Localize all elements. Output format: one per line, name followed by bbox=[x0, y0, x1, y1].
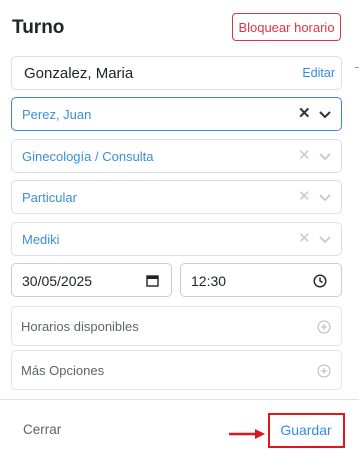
more-options-label: Más Opciones bbox=[21, 363, 105, 378]
coverage-select[interactable]: Particular ✕ bbox=[11, 180, 342, 214]
clear-icon[interactable]: ✕ bbox=[298, 148, 311, 164]
date-value: 30/05/2025 bbox=[22, 273, 93, 289]
chevron-down-icon[interactable] bbox=[318, 150, 332, 164]
service-select-value: Ginecología / Consulta bbox=[22, 149, 154, 164]
chevron-down-icon[interactable] bbox=[318, 191, 332, 205]
available-times-panel[interactable]: Horarios disponibles bbox=[11, 306, 342, 346]
clear-icon[interactable]: ✕ bbox=[298, 189, 311, 205]
coverage-select-value: Particular bbox=[22, 190, 77, 205]
service-select[interactable]: Ginecología / Consulta ✕ bbox=[11, 139, 342, 173]
modal-header: Turno Bloquear horario bbox=[0, 0, 359, 52]
clear-icon[interactable]: ✕ bbox=[298, 106, 311, 122]
time-input[interactable]: 12:30 bbox=[180, 263, 342, 297]
modal-title: Turno bbox=[12, 17, 65, 38]
plan-select-value: Mediki bbox=[22, 232, 60, 247]
date-input[interactable]: 30/05/2025 bbox=[11, 263, 172, 297]
available-times-label: Horarios disponibles bbox=[21, 319, 139, 334]
clear-icon[interactable]: ✕ bbox=[298, 231, 311, 247]
arrow-right-icon bbox=[229, 429, 265, 439]
block-schedule-button[interactable]: Bloquear horario bbox=[232, 13, 341, 41]
plus-circle-icon[interactable] bbox=[317, 364, 331, 378]
edit-patient-link[interactable]: Editar bbox=[302, 66, 335, 80]
save-button[interactable]: Guardar bbox=[270, 422, 342, 438]
plus-circle-icon[interactable] bbox=[317, 320, 331, 334]
plan-select[interactable]: Mediki ✕ bbox=[11, 222, 342, 256]
chevron-down-icon[interactable] bbox=[318, 233, 332, 247]
footer-divider bbox=[0, 399, 359, 400]
calendar-icon[interactable] bbox=[146, 274, 159, 287]
more-options-panel[interactable]: Más Opciones bbox=[11, 350, 342, 390]
patient-field[interactable]: Gonzalez, Maria Editar bbox=[11, 56, 342, 90]
close-button[interactable]: Cerrar bbox=[23, 422, 61, 437]
scrollbar-edge bbox=[355, 67, 359, 68]
patient-name: Gonzalez, Maria bbox=[24, 65, 134, 82]
professional-select[interactable]: Perez, Juan ✕ bbox=[11, 97, 342, 131]
clock-icon[interactable] bbox=[313, 274, 327, 288]
professional-select-value: Perez, Juan bbox=[22, 107, 92, 122]
time-value: 12:30 bbox=[191, 273, 227, 289]
save-highlight-box: Guardar bbox=[268, 413, 345, 448]
chevron-down-icon[interactable] bbox=[318, 108, 332, 122]
